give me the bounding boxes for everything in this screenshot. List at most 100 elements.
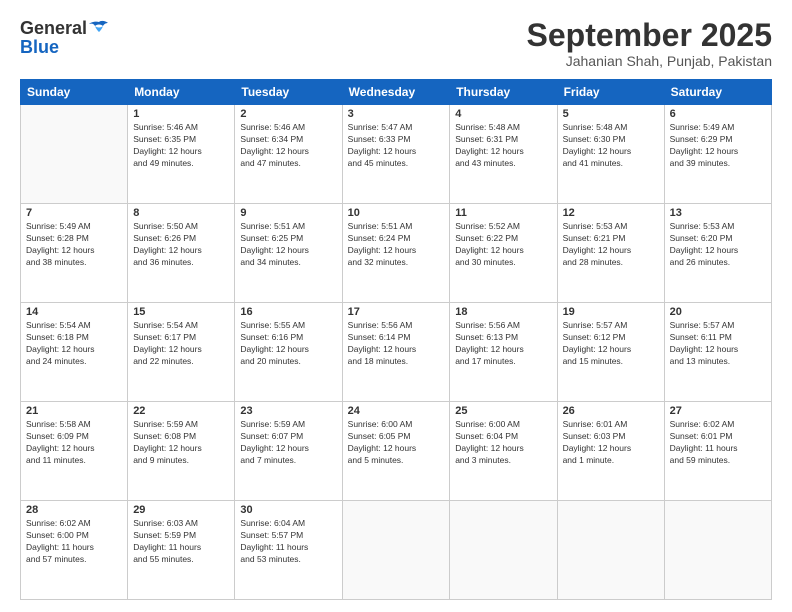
day-info: Sunrise: 5:51 AM Sunset: 6:25 PM Dayligh… (240, 221, 336, 269)
day-number: 16 (240, 306, 336, 318)
day-number: 28 (26, 504, 122, 516)
day-info: Sunrise: 5:56 AM Sunset: 6:13 PM Dayligh… (455, 320, 551, 368)
logo: General Blue (20, 18, 109, 58)
calendar-cell: 15 Sunrise: 5:54 AM Sunset: 6:17 PM Dayli… (128, 303, 235, 402)
day-info: Sunrise: 5:50 AM Sunset: 6:26 PM Dayligh… (133, 221, 229, 269)
day-number: 19 (563, 306, 659, 318)
header-saturday: Saturday (664, 80, 771, 105)
day-number: 22 (133, 405, 229, 417)
day-number: 21 (26, 405, 122, 417)
day-info: Sunrise: 5:49 AM Sunset: 6:28 PM Dayligh… (26, 221, 122, 269)
day-number: 26 (563, 405, 659, 417)
day-number: 1 (133, 108, 229, 120)
day-info: Sunrise: 5:53 AM Sunset: 6:20 PM Dayligh… (670, 221, 766, 269)
day-number: 8 (133, 207, 229, 219)
week-row-2: 7 Sunrise: 5:49 AM Sunset: 6:28 PM Daylig… (21, 204, 772, 303)
day-number: 6 (670, 108, 766, 120)
day-info: Sunrise: 5:57 AM Sunset: 6:12 PM Dayligh… (563, 320, 659, 368)
week-row-1: 1 Sunrise: 5:46 AM Sunset: 6:35 PM Daylig… (21, 105, 772, 204)
title-section: September 2025 Jahanian Shah, Punjab, Pa… (527, 18, 772, 69)
calendar-table: Sunday Monday Tuesday Wednesday Thursday… (20, 79, 772, 600)
day-info: Sunrise: 6:00 AM Sunset: 6:05 PM Dayligh… (348, 419, 445, 467)
day-info: Sunrise: 5:54 AM Sunset: 6:18 PM Dayligh… (26, 320, 122, 368)
day-info: Sunrise: 6:02 AM Sunset: 6:01 PM Dayligh… (670, 419, 766, 467)
calendar-cell: 13 Sunrise: 5:53 AM Sunset: 6:20 PM Dayli… (664, 204, 771, 303)
day-info: Sunrise: 5:59 AM Sunset: 6:08 PM Dayligh… (133, 419, 229, 467)
day-info: Sunrise: 6:04 AM Sunset: 5:57 PM Dayligh… (240, 518, 336, 566)
day-number: 27 (670, 405, 766, 417)
calendar-cell (450, 501, 557, 600)
day-info: Sunrise: 5:59 AM Sunset: 6:07 PM Dayligh… (240, 419, 336, 467)
day-info: Sunrise: 5:51 AM Sunset: 6:24 PM Dayligh… (348, 221, 445, 269)
day-number: 9 (240, 207, 336, 219)
day-info: Sunrise: 5:48 AM Sunset: 6:30 PM Dayligh… (563, 122, 659, 170)
day-info: Sunrise: 5:53 AM Sunset: 6:21 PM Dayligh… (563, 221, 659, 269)
day-info: Sunrise: 5:58 AM Sunset: 6:09 PM Dayligh… (26, 419, 122, 467)
calendar-cell: 3Sunrise: 5:47 AM Sunset: 6:33 PM Daylig… (342, 105, 450, 204)
calendar-cell: 10 Sunrise: 5:51 AM Sunset: 6:24 PM Dayli… (342, 204, 450, 303)
header-wednesday: Wednesday (342, 80, 450, 105)
calendar-cell: 4 Sunrise: 5:48 AM Sunset: 6:31 PM Daylig… (450, 105, 557, 204)
header-thursday: Thursday (450, 80, 557, 105)
day-info: Sunrise: 6:00 AM Sunset: 6:04 PM Dayligh… (455, 419, 551, 467)
day-number: 24 (348, 405, 445, 417)
header-monday: Monday (128, 80, 235, 105)
location-subtitle: Jahanian Shah, Punjab, Pakistan (527, 53, 772, 69)
calendar-cell: 30Sunrise: 6:04 AM Sunset: 5:57 PM Dayli… (235, 501, 342, 600)
calendar-cell (557, 501, 664, 600)
calendar-cell: 26 Sunrise: 6:01 AM Sunset: 6:03 PM Dayli… (557, 402, 664, 501)
calendar-cell (664, 501, 771, 600)
calendar-cell: 1 Sunrise: 5:46 AM Sunset: 6:35 PM Daylig… (128, 105, 235, 204)
day-info: Sunrise: 5:46 AM Sunset: 6:35 PM Dayligh… (133, 122, 229, 170)
day-number: 10 (348, 207, 445, 219)
day-number: 2 (240, 108, 336, 120)
calendar-cell: 22 Sunrise: 5:59 AM Sunset: 6:08 PM Dayli… (128, 402, 235, 501)
day-number: 4 (455, 108, 551, 120)
calendar-cell: 23 Sunrise: 5:59 AM Sunset: 6:07 PM Dayli… (235, 402, 342, 501)
day-info: Sunrise: 5:48 AM Sunset: 6:31 PM Dayligh… (455, 122, 551, 170)
day-info: Sunrise: 5:47 AM Sunset: 6:33 PM Dayligh… (348, 122, 445, 170)
calendar-cell: 2 Sunrise: 5:46 AM Sunset: 6:34 PM Daylig… (235, 105, 342, 204)
calendar-cell: 21 Sunrise: 5:58 AM Sunset: 6:09 PM Dayli… (21, 402, 128, 501)
calendar-cell (21, 105, 128, 204)
week-row-5: 28 Sunrise: 6:02 AM Sunset: 6:00 PM Dayli… (21, 501, 772, 600)
calendar-cell: 9 Sunrise: 5:51 AM Sunset: 6:25 PM Daylig… (235, 204, 342, 303)
day-info: Sunrise: 5:57 AM Sunset: 6:11 PM Dayligh… (670, 320, 766, 368)
day-number: 15 (133, 306, 229, 318)
calendar-cell: 11Sunrise: 5:52 AM Sunset: 6:22 PM Dayli… (450, 204, 557, 303)
calendar-cell: 16 Sunrise: 5:55 AM Sunset: 6:16 PM Dayli… (235, 303, 342, 402)
weekday-header-row: Sunday Monday Tuesday Wednesday Thursday… (21, 80, 772, 105)
calendar-cell: 17Sunrise: 5:56 AM Sunset: 6:14 PM Dayli… (342, 303, 450, 402)
calendar-cell: 29Sunrise: 6:03 AM Sunset: 5:59 PM Dayli… (128, 501, 235, 600)
header-friday: Friday (557, 80, 664, 105)
calendar-cell: 8 Sunrise: 5:50 AM Sunset: 6:26 PM Daylig… (128, 204, 235, 303)
header-sunday: Sunday (21, 80, 128, 105)
logo-general: General (20, 18, 87, 39)
header-tuesday: Tuesday (235, 80, 342, 105)
header: General Blue September 2025 Jahanian Sha… (20, 18, 772, 69)
logo-bird-icon (89, 20, 109, 36)
calendar-cell (342, 501, 450, 600)
day-number: 23 (240, 405, 336, 417)
day-number: 13 (670, 207, 766, 219)
day-info: Sunrise: 5:49 AM Sunset: 6:29 PM Dayligh… (670, 122, 766, 170)
day-info: Sunrise: 5:54 AM Sunset: 6:17 PM Dayligh… (133, 320, 229, 368)
day-info: Sunrise: 5:56 AM Sunset: 6:14 PM Dayligh… (348, 320, 445, 368)
day-info: Sunrise: 6:02 AM Sunset: 6:00 PM Dayligh… (26, 518, 122, 566)
day-info: Sunrise: 5:46 AM Sunset: 6:34 PM Dayligh… (240, 122, 336, 170)
day-number: 7 (26, 207, 122, 219)
month-title: September 2025 (527, 18, 772, 53)
calendar-cell: 18Sunrise: 5:56 AM Sunset: 6:13 PM Dayli… (450, 303, 557, 402)
day-info: Sunrise: 5:52 AM Sunset: 6:22 PM Dayligh… (455, 221, 551, 269)
calendar-cell: 28 Sunrise: 6:02 AM Sunset: 6:00 PM Dayli… (21, 501, 128, 600)
calendar-cell: 19 Sunrise: 5:57 AM Sunset: 6:12 PM Dayli… (557, 303, 664, 402)
calendar-cell: 24 Sunrise: 6:00 AM Sunset: 6:05 PM Dayli… (342, 402, 450, 501)
day-info: Sunrise: 6:03 AM Sunset: 5:59 PM Dayligh… (133, 518, 229, 566)
day-info: Sunrise: 5:55 AM Sunset: 6:16 PM Dayligh… (240, 320, 336, 368)
calendar-cell: 27 Sunrise: 6:02 AM Sunset: 6:01 PM Dayli… (664, 402, 771, 501)
week-row-4: 21 Sunrise: 5:58 AM Sunset: 6:09 PM Dayli… (21, 402, 772, 501)
calendar-cell: 6 Sunrise: 5:49 AM Sunset: 6:29 PM Daylig… (664, 105, 771, 204)
calendar-cell: 20Sunrise: 5:57 AM Sunset: 6:11 PM Dayli… (664, 303, 771, 402)
calendar-cell: 12Sunrise: 5:53 AM Sunset: 6:21 PM Dayli… (557, 204, 664, 303)
day-info: Sunrise: 6:01 AM Sunset: 6:03 PM Dayligh… (563, 419, 659, 467)
